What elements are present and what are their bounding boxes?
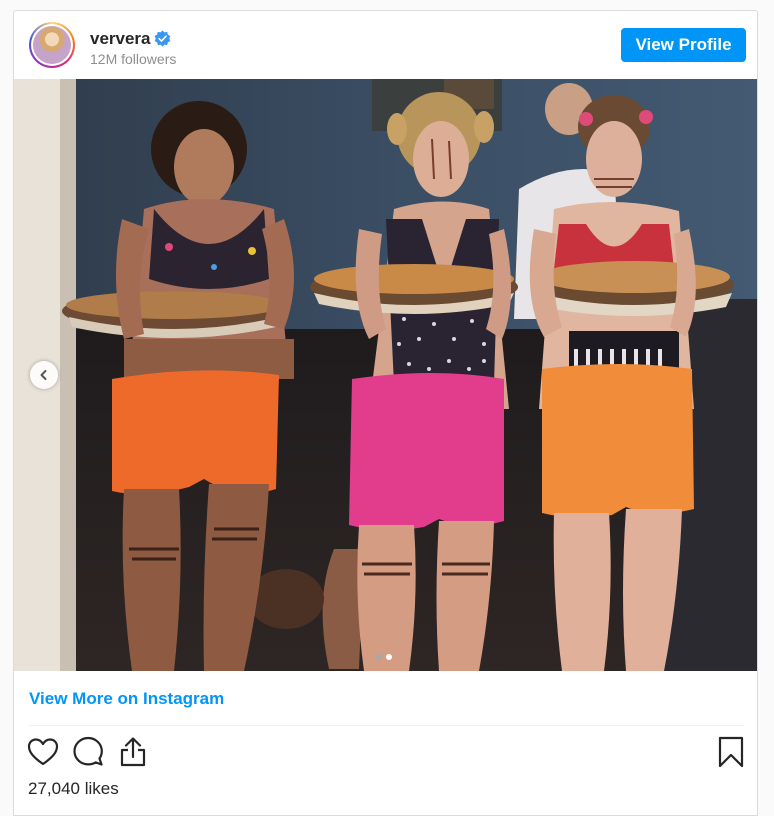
view-profile-button[interactable]: View Profile (621, 28, 746, 62)
carousel-indicator (376, 654, 392, 660)
bookmark-icon[interactable] (718, 736, 744, 768)
share-icon[interactable] (118, 736, 148, 768)
post-photo[interactable] (14, 79, 757, 671)
instagram-embed: ververa 12M followers View Profile View … (13, 10, 758, 816)
profile-avatar[interactable] (29, 22, 75, 68)
comment-icon[interactable] (72, 736, 104, 768)
divider (29, 725, 744, 726)
photo-illustration (14, 79, 757, 671)
avatar-border (31, 24, 73, 66)
heart-icon[interactable] (27, 737, 59, 767)
chevron-left-icon (40, 370, 47, 380)
previous-slide-button[interactable] (30, 361, 58, 389)
likes-count: 27,040 likes (28, 779, 119, 798)
view-more-link[interactable]: View More on Instagram (29, 689, 224, 709)
carousel-dot (376, 654, 382, 660)
username[interactable]: ververa (90, 29, 151, 49)
post-header: ververa 12M followers View Profile (14, 11, 757, 79)
follower-count: 12M followers (90, 51, 177, 67)
carousel-dot-active (386, 654, 392, 660)
avatar-image (33, 26, 71, 64)
verified-badge-icon (154, 30, 171, 47)
